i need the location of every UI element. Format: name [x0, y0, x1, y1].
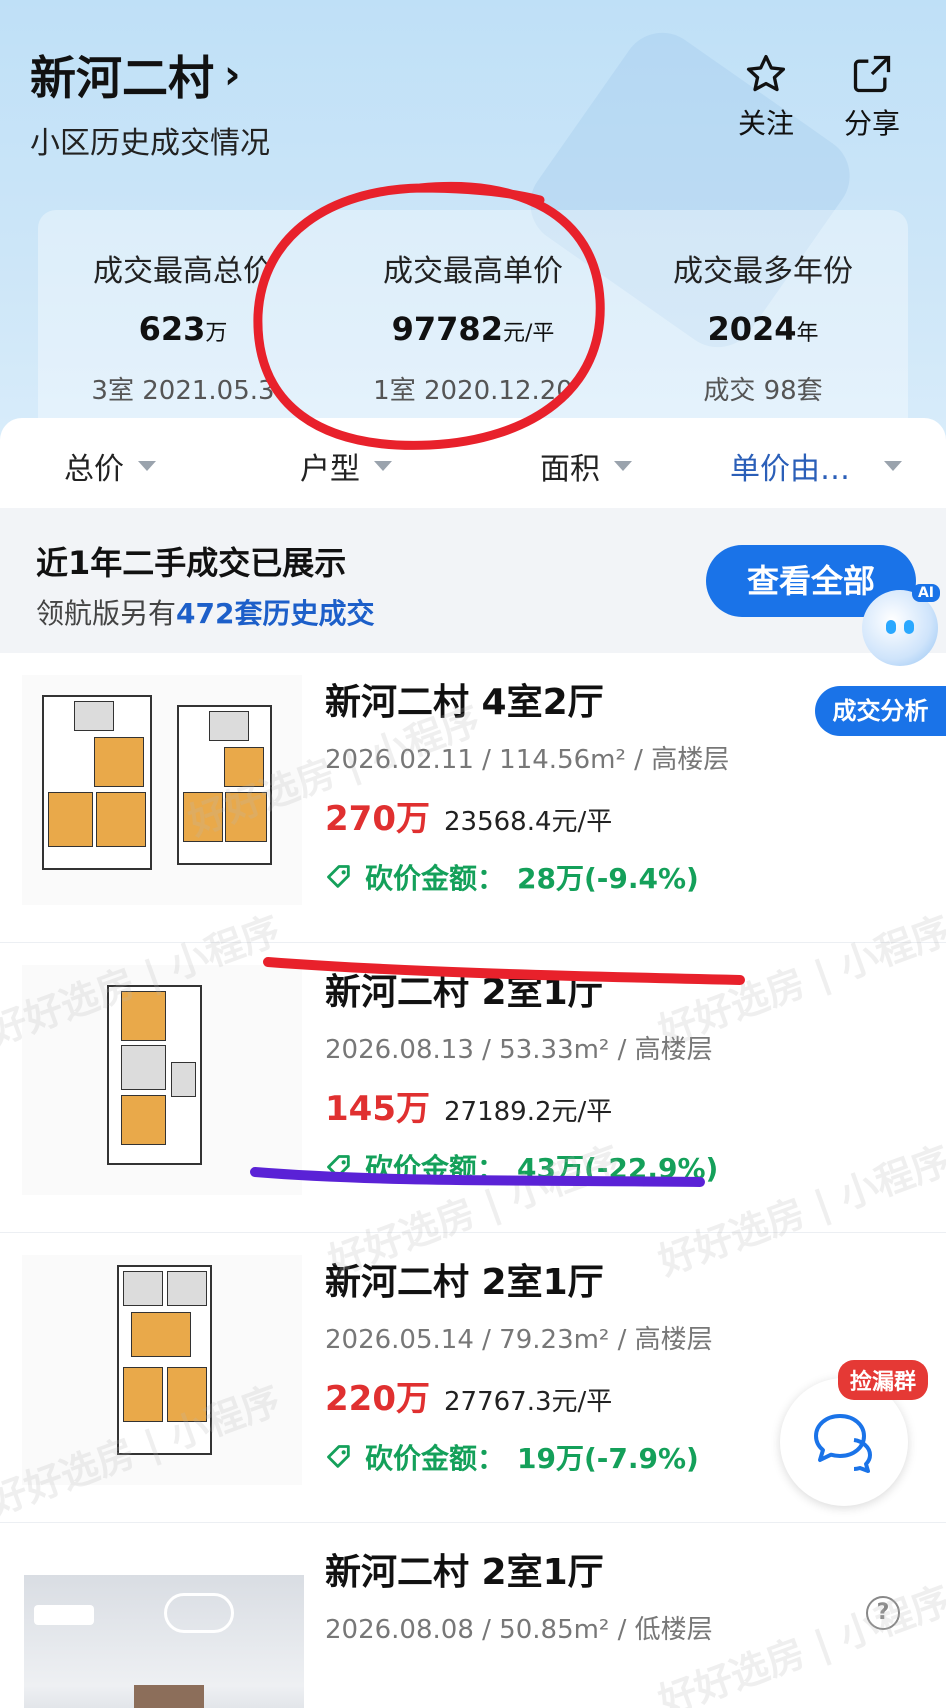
total-price: 220万	[325, 1379, 430, 1419]
listing-meta: 2026.02.11 / 114.56m² / 高楼层	[325, 745, 730, 775]
listing-meta: 2026.08.08 / 50.85m² / 低楼层	[325, 1615, 713, 1645]
stat-max-total: 成交最高总价 623万 3室 2021.05.3	[38, 246, 328, 407]
star-icon	[746, 54, 786, 92]
price-tag-icon	[327, 1155, 350, 1178]
ceiling-light	[164, 1593, 234, 1633]
filter-bar: 总价 户型 面积 单价由…	[0, 418, 946, 508]
filter-layout[interactable]: 户型	[300, 444, 392, 488]
group-badge: 捡漏群	[838, 1360, 929, 1400]
listing-title: 新河二村 4室2厅	[325, 682, 604, 723]
floorplan-thumbnail	[22, 965, 302, 1195]
listing-title: 新河二村 2室1厅	[325, 1552, 604, 1593]
filter-label: 面积	[540, 452, 600, 487]
chat-bubbles-icon	[814, 1414, 872, 1473]
robot-eye	[886, 620, 896, 634]
community-title[interactable]: 新河二村 ›	[30, 42, 240, 108]
stat-sub: 3室 2021.05.3	[91, 376, 275, 406]
listing-card[interactable]: 新河二村 4室2厅 2026.02.11 / 114.56m² / 高楼层 27…	[0, 653, 946, 943]
total-price: 270万	[325, 799, 430, 839]
listing-card[interactable]: 新河二村 2室1厅 2026.08.08 / 50.85m² / 低楼层	[0, 1523, 946, 1708]
floorplan-drawing	[117, 1265, 212, 1455]
listing-title: 新河二村 2室1厅	[325, 1262, 604, 1303]
filter-label: 总价	[64, 452, 124, 487]
caret-down-icon	[614, 461, 632, 471]
caret-down-icon	[138, 461, 156, 471]
ai-badge: AI	[911, 584, 940, 602]
window	[134, 1685, 204, 1708]
follow-button[interactable]: 关注	[726, 52, 806, 142]
bargain-amount: 砍价金额： 43万(-22.9%)	[325, 1147, 718, 1187]
help-icon[interactable]: ?	[866, 1596, 900, 1630]
listing-price: 220万 27767.3元/平	[325, 1371, 612, 1420]
stat-value: 2024年	[707, 310, 819, 348]
page-subtitle: 小区历史成交情况	[30, 126, 270, 161]
caret-down-icon	[374, 461, 392, 471]
stat-value: 623万	[138, 310, 228, 348]
follow-label: 关注	[737, 107, 794, 140]
unit-price: 23568.4元/平	[443, 807, 613, 837]
floorplan-thumbnail	[22, 1255, 302, 1485]
listing-title: 新河二村 2室1厅	[325, 972, 604, 1013]
floorplan-drawing	[107, 985, 202, 1165]
community-name: 新河二村	[30, 51, 214, 105]
stat-label: 成交最多年份	[673, 254, 853, 289]
price-tag-icon	[327, 865, 350, 888]
total-price: 145万	[325, 1089, 430, 1129]
unit-price: 27767.3元/平	[443, 1387, 613, 1417]
share-icon	[853, 55, 891, 93]
filter-label: 户型	[300, 452, 360, 487]
floorplan-drawing	[42, 695, 152, 870]
floorplan-thumbnail	[22, 675, 302, 905]
listing-price: 145万 27189.2元/平	[325, 1081, 612, 1130]
listing-price: 270万 23568.4元/平	[325, 791, 612, 840]
stat-max-unit-price: 成交最高单价 97782元/平 1室 2020.12.20	[328, 246, 618, 407]
share-button[interactable]: 分享	[832, 52, 912, 142]
robot-eye	[904, 620, 914, 634]
listing-meta: 2026.08.13 / 53.33m² / 高楼层	[325, 1035, 713, 1065]
caret-down-icon	[884, 461, 902, 471]
chevron-right-icon: ›	[224, 52, 241, 98]
stat-sub: 成交 98套	[703, 376, 823, 406]
banner-title: 近1年二手成交已展示	[36, 544, 347, 582]
page-header: 新河二村 › 小区历史成交情况 关注 分享 成交最高总价 623万 3室 202…	[0, 0, 946, 440]
bargain-amount: 砍价金额： 28万(-9.4%)	[325, 857, 699, 897]
listing-card[interactable]: 新河二村 2室1厅 2026.08.13 / 53.33m² / 高楼层 145…	[0, 943, 946, 1233]
stats-panel: 成交最高总价 623万 3室 2021.05.3 成交最高单价 97782元/平…	[38, 210, 908, 440]
stat-sub: 1室 2020.12.20	[373, 376, 573, 406]
share-label: 分享	[843, 107, 900, 140]
filter-label: 单价由…	[730, 452, 850, 487]
listing-meta: 2026.05.14 / 79.23m² / 高楼层	[325, 1325, 713, 1355]
listing-photo	[24, 1575, 304, 1708]
price-tag-icon	[327, 1445, 350, 1468]
bargain-amount: 砍价金额： 19万(-7.9%)	[325, 1437, 699, 1477]
air-conditioner	[34, 1605, 94, 1625]
stat-top-year: 成交最多年份 2024年 成交 98套	[618, 246, 908, 407]
filter-unit-price-sort[interactable]: 单价由…	[730, 444, 902, 488]
floorplan-drawing	[177, 705, 272, 865]
stat-label: 成交最高单价	[383, 254, 563, 289]
filter-total-price[interactable]: 总价	[64, 444, 156, 488]
banner-desc: 领航版另有472套历史成交	[36, 597, 375, 630]
unit-price: 27189.2元/平	[443, 1097, 613, 1127]
filter-area[interactable]: 面积	[540, 444, 632, 488]
stat-value: 97782元/平	[391, 310, 555, 348]
stat-label: 成交最高总价	[93, 254, 273, 289]
